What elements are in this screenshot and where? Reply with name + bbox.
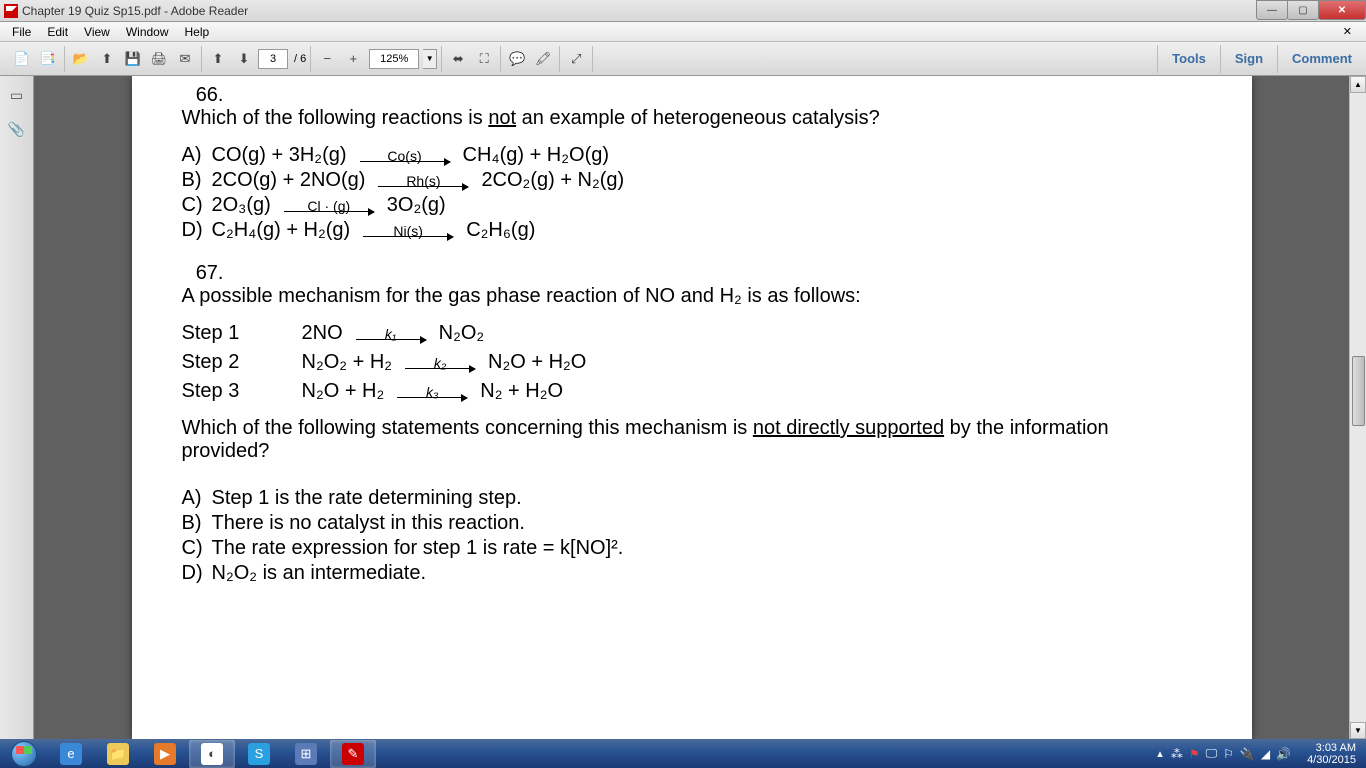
windows-logo-icon: [11, 741, 37, 767]
menu-help[interactable]: Help: [177, 25, 218, 39]
zoom-in-icon[interactable]: +: [341, 47, 365, 71]
page-number-input[interactable]: [258, 49, 288, 69]
q67-prompt: A possible mechanism for the gas phase r…: [182, 285, 861, 307]
q66-option-c: C) 2O₃(g) Cl · (g) 3O₂(g): [182, 194, 1162, 217]
menu-view[interactable]: View: [76, 25, 118, 39]
zoom-input[interactable]: [369, 49, 419, 69]
scroll-up-icon[interactable]: ▲: [1350, 76, 1366, 93]
zoom-dropdown-icon[interactable]: ▼: [423, 49, 437, 69]
save-icon[interactable]: ⬆: [95, 47, 119, 71]
tray-display-icon[interactable]: 🖵: [1206, 746, 1218, 761]
q67-step-2: Step 2 N₂O₂ + H₂ k₂ N₂O + H₂O: [182, 351, 1162, 374]
q67-number: 67.: [182, 262, 224, 285]
menu-file[interactable]: File: [4, 25, 39, 39]
print-icon[interactable]: 🖨: [147, 47, 171, 71]
q66-option-a: A) CO(g) + 3H₂(g) Co(s) CH₄(g) + H₂O(g): [182, 144, 1162, 167]
q67-answer-d: D)N₂O₂ is an intermediate.: [182, 562, 1162, 585]
tray-flag-icon[interactable]: ⚐: [1223, 747, 1234, 761]
vertical-scrollbar[interactable]: ▲ ▼: [1349, 76, 1366, 739]
thumbnails-icon[interactable]: ▭: [4, 82, 30, 108]
attachments-icon[interactable]: 📎: [4, 116, 30, 142]
q66-prompt: Which of the following reactions is not …: [182, 107, 1162, 244]
window-title: Chapter 19 Quiz Sp15.pdf - Adobe Reader: [22, 4, 248, 18]
task-ie[interactable]: e: [48, 740, 94, 768]
q66-option-b: B) 2CO(g) + 2NO(g) Rh(s) 2CO₂(g) + N₂(g): [182, 169, 1162, 192]
tray-show-hidden-icon[interactable]: ▴: [1157, 747, 1163, 760]
sign-button[interactable]: Sign: [1220, 45, 1277, 73]
page-total-label: / 6: [294, 53, 306, 65]
export-pdf-icon[interactable]: 📄: [10, 47, 34, 71]
tray-security-icon[interactable]: ⚑: [1189, 747, 1200, 761]
start-button[interactable]: [0, 739, 48, 768]
page-up-icon[interactable]: ⬆: [206, 47, 230, 71]
menu-window[interactable]: Window: [118, 25, 177, 39]
q66-number: 66.: [182, 84, 224, 107]
comment-bubble-icon[interactable]: 💬: [505, 47, 529, 71]
scroll-thumb[interactable]: [1352, 356, 1365, 426]
fit-page-icon[interactable]: ⛶: [472, 47, 496, 71]
create-pdf-icon[interactable]: 📑: [36, 47, 60, 71]
taskbar: e 📁 ▶ ◐ S ⊞ ✎ ▴ ⁂ ⚑ 🖵 ⚐ 🔌 ◢ 🔊 3:03 AM 4/…: [0, 739, 1366, 768]
scroll-down-icon[interactable]: ▼: [1350, 722, 1366, 739]
tray-clock[interactable]: 3:03 AM 4/30/2015: [1299, 740, 1364, 768]
page-area[interactable]: 66. Which of the following reactions is …: [34, 76, 1349, 739]
menubar: File Edit View Window Help ✕: [0, 22, 1366, 42]
q67-followup: Which of the following statements concer…: [182, 417, 1162, 463]
fit-width-icon[interactable]: ⬌: [446, 47, 470, 71]
save2-icon[interactable]: 💾: [121, 47, 145, 71]
q67-body: A possible mechanism for the gas phase r…: [182, 285, 1162, 587]
task-calculator[interactable]: ⊞: [283, 740, 329, 768]
comment-button[interactable]: Comment: [1277, 45, 1366, 73]
close-button[interactable]: ✕: [1318, 0, 1366, 20]
adobe-reader-icon: [4, 4, 18, 18]
highlight-icon[interactable]: 🖍: [531, 47, 555, 71]
tray-power-icon[interactable]: 🔌: [1240, 747, 1255, 761]
menu-edit[interactable]: Edit: [39, 25, 76, 39]
task-adobe-reader[interactable]: ✎: [330, 740, 376, 768]
tools-button[interactable]: Tools: [1157, 45, 1220, 73]
read-mode-icon[interactable]: ⤢: [564, 47, 588, 71]
zoom-out-icon[interactable]: −: [315, 47, 339, 71]
tray-date: 4/30/2015: [1307, 754, 1356, 766]
menu-close-icon[interactable]: ✕: [1335, 25, 1360, 38]
toolbar: 📄 📑 📂 ⬆ 💾 🖨 ✉ ⬆ ⬇ / 6 − + ▼ ⬌ ⛶ 💬 🖍 ⤢ To…: [0, 42, 1366, 76]
task-chrome[interactable]: ◐: [189, 740, 235, 768]
email-icon[interactable]: ✉: [173, 47, 197, 71]
system-tray: ▴ ⁂ ⚑ 🖵 ⚐ 🔌 ◢ 🔊 3:03 AM 4/30/2015: [1157, 740, 1366, 768]
q67-answer-b: B)There is no catalyst in this reaction.: [182, 512, 1162, 535]
sidebar: ▭ 📎: [0, 76, 34, 739]
q66-option-d: D) C₂H₄(g) + H₂(g) Ni(s) C₂H₆(g): [182, 219, 1162, 242]
task-mediaplayer[interactable]: ▶: [142, 740, 188, 768]
tray-network-icon[interactable]: ◢: [1261, 747, 1270, 761]
tray-bluetooth-icon[interactable]: ⁂: [1171, 747, 1183, 761]
titlebar: Chapter 19 Quiz Sp15.pdf - Adobe Reader …: [0, 0, 1366, 22]
workspace: ▭ 📎 66. Which of the following reactions…: [0, 76, 1366, 739]
page-down-icon[interactable]: ⬇: [232, 47, 256, 71]
q67-step-3: Step 3 N₂O + H₂ k₃ N₂ + H₂O: [182, 380, 1162, 403]
pdf-page: 66. Which of the following reactions is …: [132, 76, 1252, 739]
q67-answer-c: C)The rate expression for step 1 is rate…: [182, 537, 1162, 560]
maximize-button[interactable]: ▢: [1287, 0, 1319, 20]
q67-answer-a: A)Step 1 is the rate determining step.: [182, 487, 1162, 510]
tray-time: 3:03 AM: [1307, 742, 1356, 754]
task-skype[interactable]: S: [236, 740, 282, 768]
tray-volume-icon[interactable]: 🔊: [1276, 747, 1291, 761]
open-icon[interactable]: 📂: [69, 47, 93, 71]
minimize-button[interactable]: —: [1256, 0, 1288, 20]
q67-step-1: Step 1 2NO k₁ N₂O₂: [182, 322, 1162, 345]
window-controls: — ▢ ✕: [1257, 0, 1366, 20]
task-explorer[interactable]: 📁: [95, 740, 141, 768]
